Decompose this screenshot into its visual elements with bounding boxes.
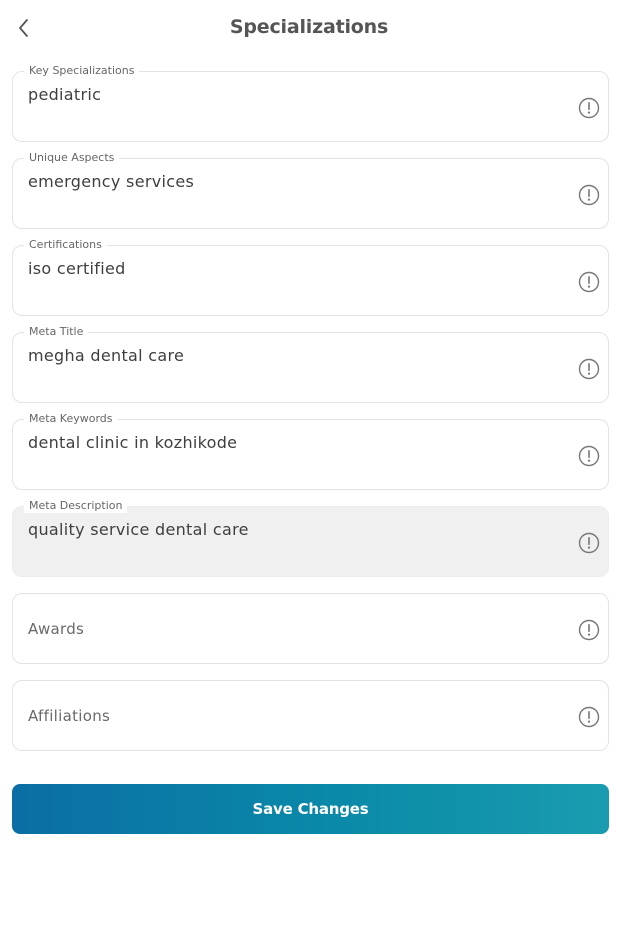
field-label: Meta Description	[24, 499, 128, 513]
page-title: Specializations	[229, 16, 389, 38]
field-value[interactable]: dental clinic in kozhikode	[28, 432, 237, 454]
header: Specializations	[0, 0, 618, 58]
info-circle-icon[interactable]	[578, 532, 600, 554]
field-value[interactable]: megha dental care	[28, 345, 184, 367]
key-specializations-field[interactable]: Key Specializations pediatric	[12, 64, 609, 142]
meta-title-field[interactable]: Meta Title megha dental care	[12, 325, 609, 403]
info-circle-icon[interactable]	[578, 358, 600, 380]
field-value[interactable]: iso certified	[28, 258, 126, 280]
certifications-field[interactable]: Certifications iso certified	[12, 238, 609, 316]
meta-keywords-field[interactable]: Meta Keywords dental clinic in kozhikode	[12, 412, 609, 490]
field-label: Meta Title	[24, 325, 89, 339]
info-circle-icon[interactable]	[578, 271, 600, 293]
info-circle-icon[interactable]	[578, 445, 600, 467]
affiliations-field[interactable]: Affiliations	[12, 680, 609, 751]
field-value[interactable]: emergency services	[28, 171, 194, 193]
field-label: Certifications	[24, 238, 107, 252]
field-label: Meta Keywords	[24, 412, 118, 426]
awards-field[interactable]: Awards	[12, 593, 609, 664]
info-circle-icon[interactable]	[578, 619, 600, 641]
save-changes-button[interactable]: Save Changes	[12, 784, 609, 834]
info-circle-icon[interactable]	[578, 97, 600, 119]
field-value[interactable]: pediatric	[28, 84, 101, 106]
info-circle-icon[interactable]	[578, 184, 600, 206]
field-value[interactable]: quality service dental care	[28, 519, 249, 541]
unique-aspects-field[interactable]: Unique Aspects emergency services	[12, 151, 609, 229]
info-circle-icon[interactable]	[578, 706, 600, 728]
field-label: Key Specializations	[24, 64, 140, 78]
field-placeholder[interactable]: Affiliations	[28, 705, 110, 727]
field-placeholder[interactable]: Awards	[28, 618, 84, 640]
field-label: Unique Aspects	[24, 151, 120, 165]
meta-description-field[interactable]: Meta Description quality service dental …	[12, 499, 609, 577]
